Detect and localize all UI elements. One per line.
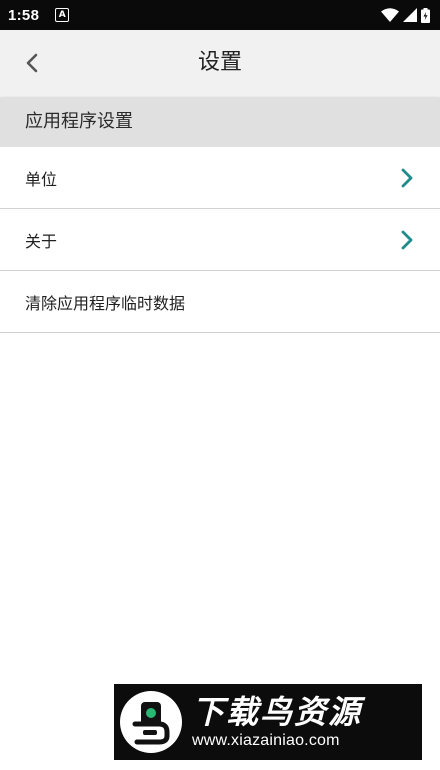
section-header-app-settings: 应用程序设置	[0, 97, 440, 147]
watermark-text: 下载鸟资源 www.xiazainiao.com	[192, 693, 362, 751]
chevron-right-icon	[401, 230, 413, 249]
chevron-right-icon	[401, 168, 413, 187]
settings-item-clear-temp-data[interactable]: 清除应用程序临时数据	[0, 271, 440, 333]
settings-item-label: 单位	[25, 169, 58, 189]
cellular-signal-icon	[403, 8, 417, 22]
status-time: 1:58	[8, 6, 40, 24]
settings-item-label: 清除应用程序临时数据	[25, 293, 186, 313]
watermark-title: 下载鸟资源	[192, 693, 363, 731]
battery-icon	[421, 7, 430, 23]
status-icons	[381, 7, 430, 23]
settings-item-units[interactable]: 单位	[0, 147, 440, 209]
bird-logo-icon	[120, 691, 182, 753]
status-bar: 1:58 A	[0, 0, 440, 30]
watermark-url: www.xiazainiao.com	[192, 732, 340, 749]
settings-list: 单位 关于 清除应用程序临时数据	[0, 147, 440, 333]
settings-item-label: 关于	[25, 231, 58, 251]
watermark-banner: 下载鸟资源 www.xiazainiao.com	[114, 684, 422, 760]
notification-icon: A	[55, 8, 70, 22]
page-title: 设置	[197, 50, 242, 75]
app-bar: 设置	[0, 30, 440, 96]
wifi-icon	[381, 8, 399, 22]
settings-item-about[interactable]: 关于	[0, 209, 440, 271]
